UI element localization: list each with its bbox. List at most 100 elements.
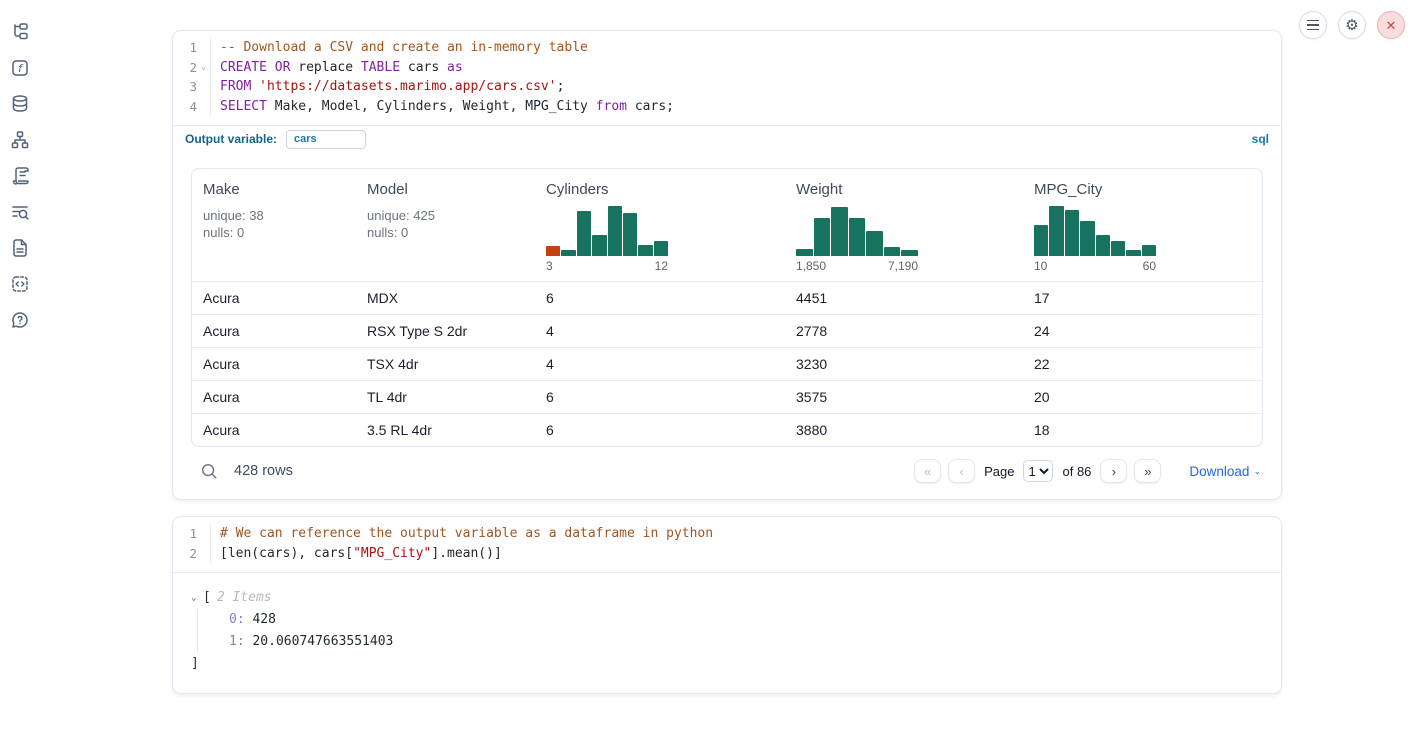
table-cell: 20 — [1023, 389, 1262, 405]
first-page-button[interactable]: « — [914, 459, 941, 483]
table-cell: 3230 — [785, 356, 1023, 372]
histogram-bar — [1034, 225, 1048, 256]
sql-code-editor[interactable]: 1-- Download a CSV and create an in-memo… — [173, 31, 1281, 125]
histogram-bar — [623, 213, 637, 256]
python-cell: 1# We can reference the output variable … — [172, 516, 1282, 694]
histogram-bar — [831, 207, 848, 256]
settings-button[interactable]: ⚙︎ — [1338, 11, 1366, 39]
close-bracket: ] — [191, 653, 1263, 675]
histogram-axis-labels: 1,8507,190 — [796, 259, 918, 273]
table-cell: 6 — [535, 422, 785, 438]
output-variable-input[interactable] — [286, 130, 366, 149]
table-cell: Acura — [192, 422, 356, 438]
close-icon: ✕ — [1386, 19, 1397, 32]
column-title: Weight — [796, 181, 1015, 198]
dependency-graph-icon[interactable] — [10, 130, 30, 150]
table-cell: TL 4dr — [356, 389, 535, 405]
table-cell: Acura — [192, 356, 356, 372]
line-number: 1 — [173, 38, 197, 58]
histogram-bar — [1049, 206, 1063, 256]
sql-cell: 1-- Download a CSV and create an in-memo… — [172, 30, 1282, 500]
table-cell: MDX — [356, 290, 535, 306]
helper-sidebar: f — [0, 0, 40, 729]
table-cell: Acura — [192, 290, 356, 306]
svg-text:f: f — [18, 62, 24, 75]
row-count: 428 rows — [234, 463, 293, 479]
table-cell: 24 — [1023, 323, 1262, 339]
column-histogram: 312 — [546, 206, 668, 273]
histogram-bar — [1142, 245, 1156, 256]
collapse-icon[interactable]: ⌄ — [191, 587, 203, 609]
table-cell: 4451 — [785, 290, 1023, 306]
last-page-button[interactable]: » — [1134, 459, 1161, 483]
table-row: AcuraTL 4dr6357520 — [192, 380, 1262, 413]
histogram-bar — [1080, 221, 1094, 256]
histogram-bar — [608, 206, 622, 256]
histogram-axis-labels: 312 — [546, 259, 668, 273]
chevron-down-icon: ⌄ — [1253, 466, 1261, 477]
histogram-bar — [814, 218, 831, 256]
fold-chevron-icon[interactable]: ⌄ — [197, 58, 210, 78]
documentation-icon[interactable] — [10, 238, 30, 258]
open-bracket: [ — [203, 587, 211, 609]
column-title: Make — [203, 181, 348, 198]
shutdown-button[interactable]: ✕ — [1377, 11, 1405, 39]
table-cell: 3575 — [785, 389, 1023, 405]
page-total-label: of 86 — [1062, 464, 1091, 479]
first-page-icon: « — [924, 464, 931, 479]
item-index: 1: — [229, 634, 245, 649]
prev-page-icon: ‹ — [959, 464, 963, 479]
histogram-bar — [1096, 235, 1110, 256]
page-select[interactable]: 1 — [1023, 460, 1053, 482]
database-icon[interactable] — [10, 94, 30, 114]
column-header-model[interactable]: Modelunique: 425nulls: 0 — [356, 169, 535, 281]
snippets-icon[interactable] — [10, 274, 30, 294]
table-header: Makeunique: 38nulls: 0Modelunique: 425nu… — [192, 169, 1262, 281]
table-row: Acura3.5 RL 4dr6388018 — [192, 413, 1262, 446]
help-icon[interactable] — [10, 310, 30, 330]
python-code-editor[interactable]: 1# We can reference the output variable … — [173, 517, 1281, 573]
next-page-button[interactable]: › — [1100, 459, 1127, 483]
column-header-mpg_city[interactable]: MPG_City1060 — [1023, 169, 1262, 281]
table-cell: Acura — [192, 389, 356, 405]
histogram-bar — [884, 247, 901, 256]
column-histogram: 1,8507,190 — [796, 206, 918, 273]
histogram-bar — [796, 249, 813, 256]
scratchpad-icon[interactable] — [10, 166, 30, 186]
menu-button[interactable] — [1299, 11, 1327, 39]
file-tree-icon[interactable] — [10, 22, 30, 42]
last-page-icon: » — [1144, 464, 1151, 479]
histogram-bar — [561, 250, 575, 256]
table-cell: TSX 4dr — [356, 356, 535, 372]
table-body: AcuraMDX6445117AcuraRSX Type S 2dr427782… — [192, 281, 1262, 446]
code-text: [len(cars), cars["MPG_City"].mean()] — [210, 544, 502, 564]
table-row: AcuraTSX 4dr4323022 — [192, 347, 1262, 380]
table-row: AcuraRSX Type S 2dr4277824 — [192, 314, 1262, 347]
code-line: 2⌄CREATE OR replace TABLE cars as — [173, 58, 1281, 78]
python-cell-output: ⌄ [ 2 Items 0: 4281: 20.060747663551403 … — [173, 573, 1281, 693]
data-table: Makeunique: 38nulls: 0Modelunique: 425nu… — [191, 168, 1263, 447]
column-header-weight[interactable]: Weight 1,8507,190 — [785, 169, 1023, 281]
histogram-bar — [849, 218, 866, 256]
histogram-bar — [546, 246, 560, 256]
histogram-axis-labels: 1060 — [1034, 259, 1156, 273]
item-value: 428 — [245, 612, 276, 627]
download-button[interactable]: Download ⌄ — [1189, 464, 1261, 479]
function-square-icon[interactable]: f — [10, 58, 30, 78]
histogram-bar — [654, 241, 668, 256]
search-icon[interactable] — [200, 462, 218, 480]
logs-icon[interactable] — [10, 202, 30, 222]
prev-page-button[interactable]: ‹ — [948, 459, 975, 483]
list-item: 0: 428 — [229, 609, 1263, 631]
table-cell: 3880 — [785, 422, 1023, 438]
code-text: FROM 'https://datasets.marimo.app/cars.c… — [210, 77, 564, 97]
language-badge: sql — [1252, 132, 1269, 146]
column-header-make[interactable]: Makeunique: 38nulls: 0 — [192, 169, 356, 281]
pagination: « ‹ Page 1 of 86 › » — [914, 459, 1161, 483]
next-page-icon: › — [1112, 464, 1116, 479]
gear-icon: ⚙︎ — [1345, 18, 1358, 33]
line-number: 2 — [173, 544, 197, 564]
column-header-cylinders[interactable]: Cylinders312 — [535, 169, 785, 281]
code-line: 3FROM 'https://datasets.marimo.app/cars.… — [173, 77, 1281, 97]
table-footer: 428 rows « ‹ Page 1 of 86 › — [191, 457, 1263, 491]
